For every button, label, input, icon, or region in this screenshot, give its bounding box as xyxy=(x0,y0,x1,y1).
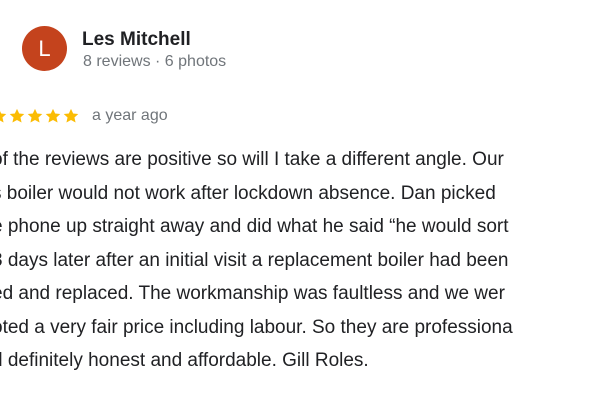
star-icon xyxy=(44,107,62,125)
star-rating xyxy=(0,107,80,125)
reviewer-name[interactable]: Les Mitchell xyxy=(82,29,191,51)
star-icon xyxy=(62,107,80,125)
avatar[interactable]: L xyxy=(22,26,67,71)
review-card: L Les Mitchell 8 reviews · 6 photos a ye… xyxy=(0,0,604,402)
review-text: of the reviews are positive so will I ta… xyxy=(0,143,604,378)
review-text-line: s boiler would not work after lockdown a… xyxy=(0,182,496,204)
star-icon xyxy=(0,107,8,125)
review-text-line: of the reviews are positive so will I ta… xyxy=(0,149,504,170)
review-text-line: d definitely honest and affordable. Gill… xyxy=(0,350,369,371)
avatar-initial: L xyxy=(38,36,51,61)
review-time: a year ago xyxy=(92,107,168,124)
review-text-line: 3 days later after an initial visit a re… xyxy=(0,249,509,271)
review-text-line: oted a very fair price including labour.… xyxy=(0,316,513,338)
reviewer-meta: 8 reviews · 6 photos xyxy=(83,53,227,70)
star-icon xyxy=(8,107,26,125)
review-text-line: ed and replaced. The workmanship was fau… xyxy=(0,283,505,304)
rating-row: a year ago xyxy=(0,104,168,128)
star-icon xyxy=(26,107,44,125)
review-text-line: e phone up straight away and did what he… xyxy=(0,216,509,237)
